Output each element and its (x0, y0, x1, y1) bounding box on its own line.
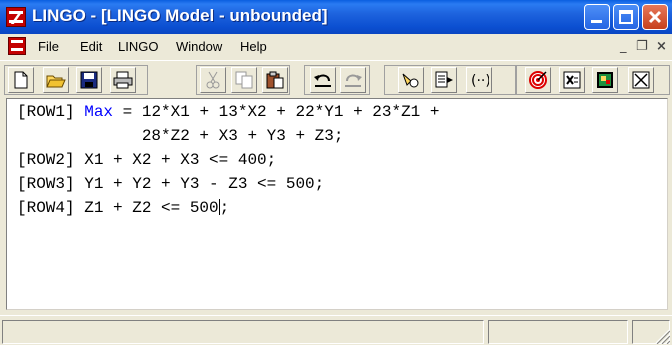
model-editor[interactable]: [ROW1] Max = 12*X1 + 13*X2 + 22*Y1 + 23*… (6, 98, 668, 310)
goto-line-button[interactable] (431, 67, 457, 93)
doc-close-button[interactable]: × (656, 39, 667, 54)
close-button[interactable] (642, 4, 668, 30)
cut-button[interactable] (200, 67, 226, 93)
menu-help[interactable]: Help (240, 39, 267, 54)
title-bar[interactable]: LINGO - [LINGO Model - unbounded] (0, 0, 672, 34)
code-line-4: [ROW3] Y1 + Y2 + Y3 - Z3 <= 500; (17, 175, 325, 193)
redo-button[interactable] (340, 67, 366, 93)
menu-edit[interactable]: Edit (80, 39, 102, 54)
save-button[interactable] (76, 67, 102, 93)
find-button[interactable] (398, 67, 424, 93)
menu-file[interactable]: File (38, 39, 59, 54)
code-line-3: [ROW2] X1 + X2 + X3 <= 400; (17, 151, 277, 169)
print-icon (113, 71, 133, 89)
status-pane-main (2, 320, 484, 344)
save-icon (80, 71, 98, 89)
maximize-button[interactable] (613, 4, 639, 30)
solution-button[interactable] (559, 67, 585, 93)
paste-icon (266, 71, 284, 89)
close-icon (648, 10, 662, 24)
close-all-button[interactable] (628, 67, 654, 93)
menu-window[interactable]: Window (176, 39, 222, 54)
solve-icon (529, 71, 547, 89)
print-button[interactable] (110, 67, 136, 93)
doc-restore-button[interactable]: ❐ (636, 39, 648, 54)
match-paren-button[interactable]: (··) (466, 67, 492, 93)
undo-icon (314, 74, 331, 87)
new-button[interactable] (8, 67, 34, 93)
status-bar (0, 315, 672, 345)
solution-icon (563, 71, 581, 89)
svg-text:(··): (··) (471, 73, 489, 89)
code-line-5: [ROW4] Z1 + Z2 <= 500; (17, 199, 230, 217)
goto-line-icon (435, 71, 453, 88)
close-all-icon (632, 71, 650, 89)
toolbar: (··) (0, 60, 672, 98)
status-pane-2 (488, 320, 628, 344)
lingo-app-icon[interactable] (6, 7, 26, 27)
paste-button[interactable] (262, 67, 288, 93)
code-line-1: [ROW1] Max = 12*X1 + 13*X2 + 22*Y1 + 23*… (17, 103, 440, 121)
menu-bar: File Edit LINGO Window Help _ ❐ × (0, 34, 672, 60)
resize-grip-icon[interactable] (652, 326, 670, 344)
solve-button[interactable] (525, 67, 551, 93)
match-paren-icon: (··) (471, 73, 489, 89)
menu-lingo[interactable]: LINGO (118, 39, 158, 54)
find-icon (402, 73, 419, 88)
cut-icon (206, 71, 220, 89)
window-title: LINGO - [LINGO Model - unbounded] (32, 6, 328, 25)
copy-icon (235, 71, 253, 89)
minimize-button[interactable] (584, 4, 610, 30)
doc-minimize-button[interactable]: _ (620, 39, 627, 54)
open-icon (46, 75, 66, 88)
undo-button[interactable] (310, 67, 336, 93)
matrix-picture-button[interactable] (592, 67, 618, 93)
keyword-max: Max (84, 103, 114, 121)
copy-button[interactable] (231, 67, 257, 93)
open-button[interactable] (43, 67, 69, 93)
code-line-2: 28*Z2 + X3 + Y3 + Z3; (17, 127, 344, 145)
document-icon[interactable] (8, 37, 26, 55)
redo-icon (345, 74, 362, 87)
matrix-picture-icon (597, 72, 613, 88)
new-icon (14, 71, 28, 89)
